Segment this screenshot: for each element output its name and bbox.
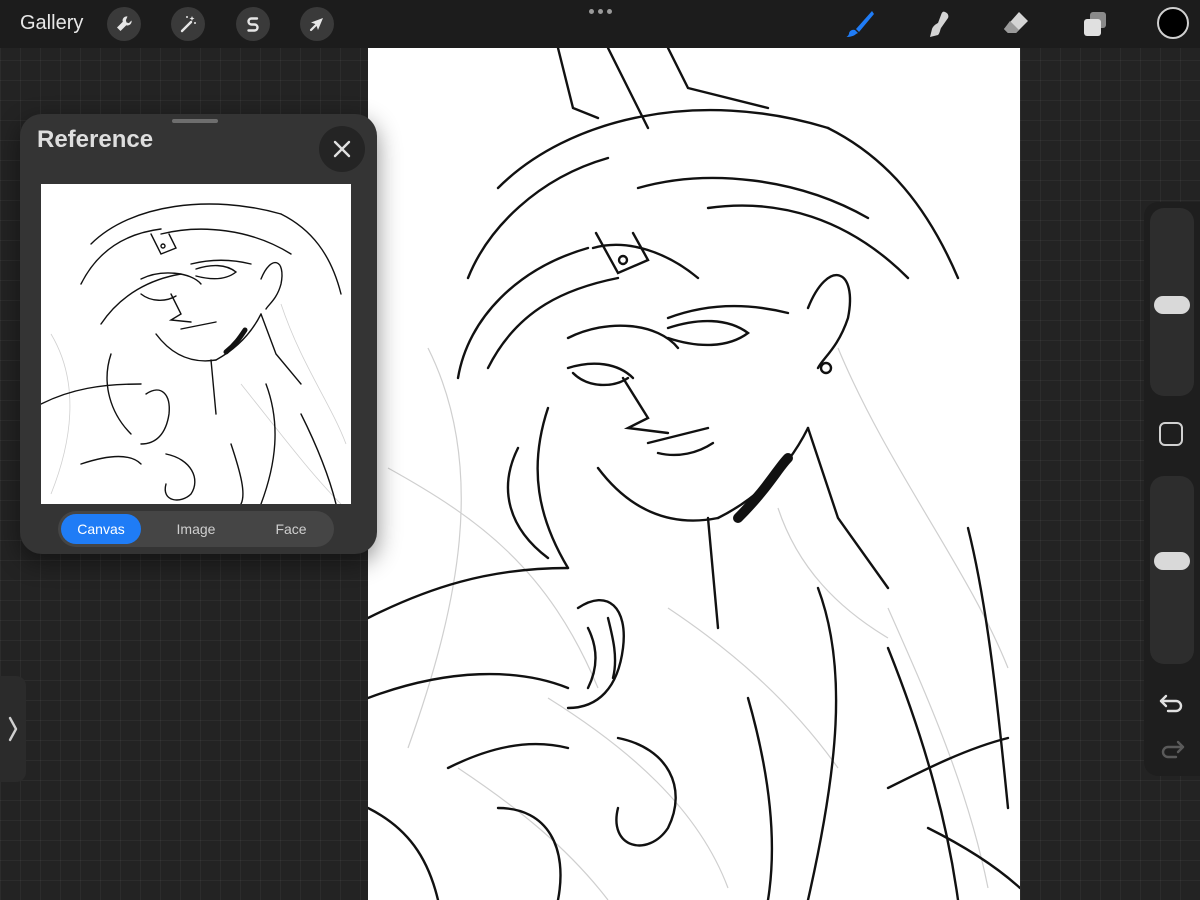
drawing-canvas[interactable] <box>368 48 1020 900</box>
brush-size-thumb[interactable] <box>1154 296 1190 314</box>
dot <box>588 8 594 14</box>
layers-button[interactable] <box>1077 6 1113 42</box>
undo-arrow-icon <box>1159 694 1183 713</box>
close-icon <box>333 140 351 158</box>
reference-sketch <box>41 203 347 504</box>
top-toolbar: Gallery <box>0 0 1200 48</box>
brush-tool-button[interactable] <box>842 6 878 42</box>
arrow-cursor-icon <box>309 18 323 32</box>
undo-button[interactable] <box>1158 690 1186 714</box>
chevron-right-icon <box>8 716 18 742</box>
wrench-icon <box>117 16 132 31</box>
actions-button[interactable] <box>107 7 141 41</box>
modify-button[interactable] <box>1159 422 1183 446</box>
opacity-slider[interactable] <box>1150 476 1194 664</box>
redo-button[interactable] <box>1158 736 1186 760</box>
color-picker-swatch[interactable] <box>1157 7 1189 39</box>
reference-source-tabs: Canvas Image Face <box>58 511 334 547</box>
reference-title: Reference <box>37 126 154 153</box>
transform-button[interactable] <box>300 7 334 41</box>
opacity-thumb[interactable] <box>1154 552 1190 570</box>
dot <box>606 8 612 14</box>
adjustments-button[interactable] <box>171 7 205 41</box>
left-panel-handle[interactable] <box>0 676 26 782</box>
sketch-artwork <box>368 48 1020 900</box>
reference-close-button[interactable] <box>319 126 365 172</box>
smudge-finger-icon <box>930 11 949 37</box>
selection-s-icon <box>247 17 259 32</box>
tab-image[interactable]: Image <box>156 514 236 544</box>
brush-icon <box>846 11 874 37</box>
side-rail <box>1144 202 1200 776</box>
tab-canvas[interactable]: Canvas <box>61 514 141 544</box>
tab-face[interactable]: Face <box>251 514 331 544</box>
gallery-button[interactable]: Gallery <box>20 12 83 35</box>
smudge-tool-button[interactable] <box>920 6 956 42</box>
more-options-handle[interactable] <box>586 4 614 18</box>
layers-icon <box>1084 12 1106 36</box>
reference-panel[interactable]: Reference Canvas Image Face <box>20 114 377 554</box>
selection-button[interactable] <box>236 7 270 41</box>
reference-thumbnail <box>41 184 351 504</box>
eraser-tool-button[interactable] <box>998 6 1034 42</box>
magic-wand-icon <box>180 16 196 33</box>
eraser-icon <box>1004 12 1028 33</box>
panel-grabber[interactable] <box>172 119 218 123</box>
dot <box>597 8 603 14</box>
redo-arrow-icon <box>1161 740 1185 759</box>
brush-size-slider[interactable] <box>1150 208 1194 396</box>
